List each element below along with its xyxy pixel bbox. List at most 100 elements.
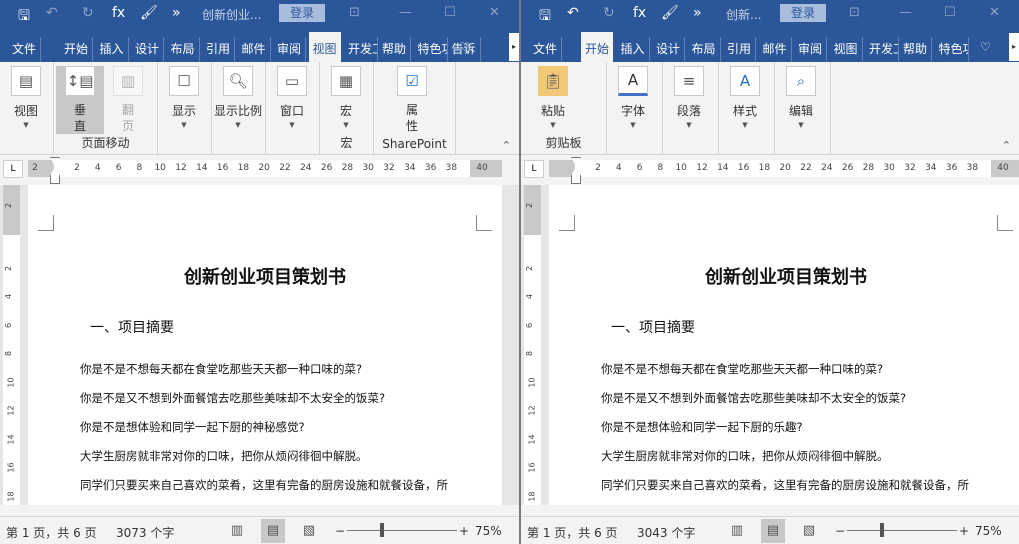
ribbon-button-0[interactable]: ☑ 属性 bbox=[388, 66, 436, 134]
tab-scroll-button[interactable]: ▸ bbox=[1009, 33, 1019, 61]
zoom-level[interactable]: 75% bbox=[475, 524, 502, 538]
tab-4[interactable]: 布局 bbox=[167, 37, 200, 62]
ribbon-button-0[interactable]: 🔍︎ 显示比例 ▼ bbox=[214, 66, 262, 129]
tab-5[interactable]: 引用 bbox=[723, 37, 757, 62]
web-layout-icon[interactable]: ▧ bbox=[797, 519, 821, 543]
document-page[interactable]: 创新创业项目策划书 一、项目摘要 你是不是不想每天都在食堂吃那些天天都一种口味的菜?… bbox=[28, 185, 502, 505]
tab-3[interactable]: 设计 bbox=[652, 37, 686, 62]
zoom-in-button[interactable]: + bbox=[959, 524, 969, 538]
collapse-ribbon-icon[interactable]: ⌃ bbox=[1002, 139, 1011, 152]
zoom-slider[interactable] bbox=[847, 530, 957, 531]
save-icon[interactable]: 🖫 bbox=[18, 5, 30, 29]
ribbon-button-0[interactable]: ▭ 窗口 ▼ bbox=[268, 66, 316, 129]
vertical-ruler[interactable]: 2 2 4 6 8 10 12 14 16 18 bbox=[524, 185, 541, 505]
page-count[interactable]: 第 1 页，共 6 页 bbox=[527, 524, 618, 541]
minimize-icon[interactable]: — bbox=[399, 5, 412, 20]
tab-7[interactable]: 审阅 bbox=[273, 37, 307, 62]
web-layout-icon[interactable]: ▧ bbox=[297, 519, 321, 543]
zoom-in-button[interactable]: + bbox=[459, 524, 469, 538]
ruler-tick: 40 bbox=[997, 163, 1009, 173]
redo-icon[interactable]: ↻ bbox=[603, 5, 615, 21]
tab-0[interactable]: 文件 bbox=[529, 37, 563, 62]
zoom-out-button[interactable]: − bbox=[335, 524, 345, 538]
undo-icon[interactable]: ↶ bbox=[567, 5, 579, 21]
minimize-icon[interactable]: — bbox=[899, 5, 912, 20]
ribbon-display-icon[interactable]: ⊡ bbox=[849, 5, 860, 20]
undo-icon[interactable]: ↶ bbox=[46, 5, 58, 21]
maximize-icon[interactable]: ☐ bbox=[944, 5, 956, 20]
ribbon-button-0[interactable]: ⌕ 编辑 ▼ bbox=[777, 66, 825, 129]
horizontal-ruler[interactable]: 2 4 6 8 10 12 14 16 18 20 22 24 26 28 30 32 34 36 38 bbox=[575, 160, 991, 177]
ruler-tick: 40 bbox=[476, 163, 488, 173]
ribbon-button-0[interactable]: A 字体 ▼ bbox=[609, 66, 657, 129]
read-mode-icon[interactable]: ▥ bbox=[725, 519, 749, 543]
ribbon-display-icon[interactable]: ⊡ bbox=[349, 5, 360, 20]
more-commands-icon[interactable]: » bbox=[693, 5, 702, 21]
zoom-out-button[interactable]: − bbox=[835, 524, 845, 538]
ribbon-button-0[interactable]: ▦ 宏 ▼ bbox=[322, 66, 370, 129]
tab-3[interactable]: 设计 bbox=[131, 37, 165, 62]
horizontal-ruler[interactable]: 2 4 6 8 10 12 14 16 18 20 22 24 26 28 30 32 34 36 38 bbox=[54, 160, 470, 177]
vertical-ruler[interactable]: 2 2 4 6 8 10 12 14 16 18 bbox=[3, 185, 20, 505]
tab-4[interactable]: 布局 bbox=[688, 37, 721, 62]
format-painter-icon[interactable]: 🖌︎ bbox=[140, 5, 158, 21]
read-mode-icon[interactable]: ▥ bbox=[225, 519, 249, 543]
tab-selector[interactable]: L bbox=[524, 160, 544, 178]
tab-10[interactable]: 帮助 bbox=[899, 37, 933, 62]
insert-function-icon[interactable]: fx bbox=[633, 5, 646, 21]
tab-1[interactable]: 开始 bbox=[60, 37, 94, 62]
ribbon-button-0[interactable]: ▤ 视图 ▼ bbox=[2, 66, 50, 129]
tab-6[interactable]: 邮件 bbox=[759, 37, 792, 62]
tab-11[interactable]: 特色功 bbox=[414, 37, 448, 62]
login-button[interactable]: 登录 bbox=[279, 4, 325, 22]
ribbon-button-0[interactable]: ☐ 显示 ▼ bbox=[160, 66, 208, 129]
tab-0[interactable]: 文件 bbox=[8, 37, 42, 62]
redo-icon[interactable]: ↻ bbox=[82, 5, 94, 21]
print-layout-icon[interactable]: ▤ bbox=[761, 519, 785, 543]
print-layout-icon[interactable]: ▤ bbox=[261, 519, 285, 543]
tab-9[interactable]: 开发工 bbox=[344, 37, 378, 62]
close-icon[interactable]: ✕ bbox=[489, 5, 500, 20]
tell-me-icon[interactable]: ♡ bbox=[976, 37, 995, 62]
close-icon[interactable]: ✕ bbox=[989, 5, 1000, 20]
tab-6[interactable]: 邮件 bbox=[238, 37, 271, 62]
zoom-slider-thumb[interactable] bbox=[880, 523, 884, 537]
tab-9[interactable]: 开发工 bbox=[865, 37, 899, 62]
ribbon-group-4: ⌕ 编辑 ▼ bbox=[775, 62, 831, 154]
tab-1[interactable]: 开始 bbox=[581, 32, 614, 62]
tab-11[interactable]: 特色功 bbox=[935, 37, 969, 62]
tab-8[interactable]: 视图 bbox=[830, 37, 863, 62]
tab-10[interactable]: 帮助 bbox=[378, 37, 412, 62]
word-count[interactable]: 3043 个字 bbox=[637, 524, 695, 541]
login-button[interactable]: 登录 bbox=[780, 4, 826, 22]
ribbon-button-0[interactable]: A 样式 ▼ bbox=[721, 66, 769, 129]
tab-5[interactable]: 引用 bbox=[202, 37, 236, 62]
maximize-icon[interactable]: ☐ bbox=[444, 5, 456, 20]
tab-selector[interactable]: L bbox=[3, 160, 23, 178]
show-icon: ☐ bbox=[169, 66, 199, 96]
tab-2[interactable]: 插入 bbox=[617, 37, 650, 62]
zoom-level[interactable]: 75% bbox=[975, 524, 1002, 538]
vruler-tick: 2 bbox=[525, 265, 535, 271]
ribbon-button-0[interactable]: ↕▤ 垂直 bbox=[56, 66, 104, 134]
status-bar: 第 1 页，共 6 页 3073 个字 ▥ ▤ ▧ − +75% bbox=[0, 516, 519, 544]
document-page[interactable]: 创新创业项目策划书 一、项目摘要 你是不是不想每天都在食堂吃那些天天都一种口味的菜?… bbox=[549, 185, 1019, 505]
tell-me-icon[interactable]: ♡ bbox=[455, 37, 474, 62]
more-commands-icon[interactable]: » bbox=[172, 5, 181, 21]
tab-2[interactable]: 插入 bbox=[96, 37, 129, 62]
ribbon-button-0[interactable]: ≡ 段落 ▼ bbox=[665, 66, 713, 129]
page-count[interactable]: 第 1 页，共 6 页 bbox=[6, 524, 97, 541]
collapse-ribbon-icon[interactable]: ⌃ bbox=[502, 139, 511, 152]
word-count[interactable]: 3073 个字 bbox=[116, 524, 174, 541]
tab-7[interactable]: 审阅 bbox=[794, 37, 828, 62]
save-icon[interactable]: 🖫 bbox=[539, 5, 551, 29]
tab-8[interactable]: 视图 bbox=[308, 32, 341, 62]
insert-function-icon[interactable]: fx bbox=[112, 5, 125, 21]
ruler-tick: 2 bbox=[74, 163, 80, 173]
format-painter-icon[interactable]: 🖌︎ bbox=[661, 5, 679, 21]
zoom-slider[interactable] bbox=[347, 530, 457, 531]
ruler-tick: 34 bbox=[925, 163, 937, 173]
tab-scroll-button[interactable]: ▸ bbox=[509, 33, 519, 61]
ribbon-button-0[interactable]: 📋︎ 粘贴 ▼ bbox=[529, 66, 577, 129]
zoom-slider-thumb[interactable] bbox=[380, 523, 384, 537]
